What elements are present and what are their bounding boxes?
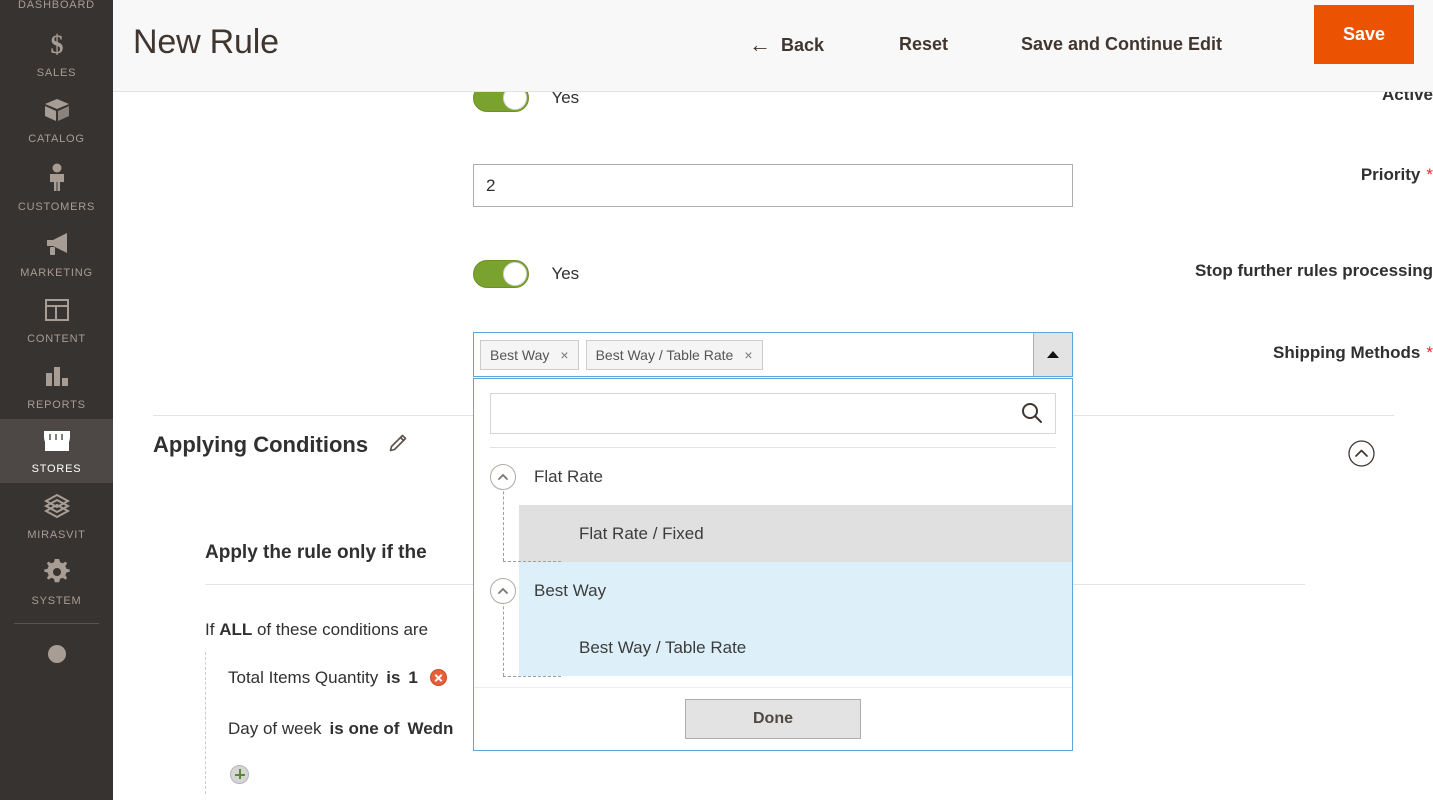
active-toggle-value: Yes	[551, 92, 580, 107]
dropdown-option-flat-rate[interactable]: Flat Rate	[474, 448, 1072, 505]
shipping-methods-label-text: Shipping Methods	[1273, 343, 1421, 362]
back-button-label: Back	[781, 34, 825, 55]
priority-label: Priority *	[1088, 164, 1433, 186]
toggle-knob	[503, 92, 527, 110]
chevron-up-icon[interactable]	[490, 463, 516, 490]
shipping-methods-multiselect: Best Way × Best Way / Table Rate × Flat …	[473, 332, 1073, 751]
condition-add-row	[228, 754, 1305, 794]
sidebar-item-label: REPORTS	[27, 399, 86, 411]
megaphone-icon	[43, 231, 71, 262]
priority-input[interactable]	[473, 164, 1073, 207]
chip-label: Best Way / Table Rate	[595, 346, 734, 363]
sidebar-item-system[interactable]: SYSTEM	[0, 549, 113, 615]
svg-text:$: $	[50, 30, 63, 57]
stop-further-toggle[interactable]	[473, 260, 529, 288]
sidebar-item-label: CUSTOMERS	[17, 201, 96, 213]
box-icon	[43, 97, 71, 128]
multiselect-box[interactable]: Best Way × Best Way / Table Rate ×	[473, 332, 1073, 377]
dropdown-option-flat-rate-fixed[interactable]: Flat Rate / Fixed	[474, 505, 1072, 562]
dropdown-option-best-way-table-rate[interactable]: Best Way / Table Rate	[474, 619, 1072, 676]
field-row-shipping-methods: Shipping Methods * Best Way × Best Way / …	[113, 332, 1433, 752]
priority-required-marker: *	[1426, 165, 1433, 184]
reset-button-label: Reset	[899, 34, 949, 54]
chip-remove-icon[interactable]: ×	[560, 348, 568, 362]
sidebar-item-reports[interactable]: REPORTS	[0, 353, 113, 419]
person-icon	[46, 163, 68, 196]
sidebar-item-label: CONTENT	[27, 333, 86, 345]
field-row-active: Active Yes	[113, 92, 1433, 124]
sidebar-item-partial[interactable]	[0, 632, 113, 685]
tree-line	[503, 676, 561, 677]
toggle-knob	[503, 262, 527, 286]
sidebar-item-label: CATALOG	[28, 133, 85, 145]
sidebar-item-catalog[interactable]: CATALOG	[0, 87, 113, 153]
page-header: New Rule ← Back Reset Save and Continue …	[113, 0, 1433, 92]
sidebar-item-customers[interactable]: CUSTOMERS	[0, 153, 113, 221]
active-label: Active	[1381, 92, 1433, 104]
bar-chart-icon	[44, 363, 70, 394]
sidebar-item-label: MARKETING	[20, 267, 93, 279]
dropdown-search-input[interactable]	[490, 393, 1056, 434]
multiselect-dropdown-panel: Flat Rate Flat Rate / Fixed Best Way Bes…	[473, 378, 1073, 751]
storefront-icon	[42, 429, 72, 458]
selected-chip: Best Way / Table Rate ×	[585, 339, 763, 370]
tree-line	[503, 561, 561, 562]
sidebar-item-mirasvit[interactable]: MIRASVIT	[0, 483, 113, 549]
active-toggle[interactable]	[473, 92, 529, 112]
sidebar: DASHBOARD $ SALES CATALOG CUSTOMERS MARK…	[0, 0, 113, 800]
priority-label-text: Priority	[1360, 165, 1421, 184]
layout-icon	[44, 297, 70, 328]
dropdown-option-label: Flat Rate	[534, 466, 603, 486]
save-and-continue-button[interactable]: Save and Continue Edit	[1021, 34, 1222, 55]
sidebar-item-sales[interactable]: $ SALES	[0, 19, 113, 87]
done-button[interactable]: Done	[685, 699, 861, 739]
back-button[interactable]: ← Back	[749, 34, 824, 56]
multiselect-toggle-button[interactable]	[1033, 333, 1072, 376]
shipping-methods-label: Shipping Methods *	[1088, 342, 1433, 364]
field-row-priority: Priority *	[113, 164, 1433, 207]
dropdown-option-label: Best Way / Table Rate	[579, 637, 747, 657]
sidebar-item-label: MIRASVIT	[27, 529, 86, 541]
sidebar-item-stores[interactable]: STORES	[0, 419, 113, 483]
caret-up-icon	[1047, 351, 1059, 358]
dropdown-footer: Done	[474, 687, 1072, 750]
dropdown-option-label: Flat Rate / Fixed	[579, 523, 704, 543]
chip-label: Best Way	[490, 346, 550, 363]
stop-further-toggle-value: Yes	[551, 264, 580, 283]
page-title: New Rule	[133, 23, 279, 61]
sidebar-item-content[interactable]: CONTENT	[0, 287, 113, 353]
main-content: Active Yes Priority * Stop further rules …	[113, 92, 1433, 800]
sidebar-item-label: SALES	[36, 67, 77, 79]
tree-line	[503, 591, 504, 676]
add-icon[interactable]	[230, 764, 249, 784]
sidebar-item-marketing[interactable]: MARKETING	[0, 221, 113, 287]
sidebar-item-label: SYSTEM	[31, 595, 82, 607]
selected-chip: Best Way ×	[480, 339, 579, 370]
field-row-stop-further: Stop further rules processing Yes	[113, 260, 1433, 300]
stop-further-label: Stop further rules processing	[1194, 261, 1433, 280]
shipping-methods-required-marker: *	[1426, 343, 1433, 362]
sidebar-item-label: DASHBOARD	[18, 0, 95, 11]
gear-icon	[43, 559, 70, 590]
sidebar-item-dashboard[interactable]: DASHBOARD	[0, 0, 113, 19]
dropdown-option-list: Flat Rate Flat Rate / Fixed Best Way Bes…	[474, 448, 1072, 677]
circle-icon	[45, 642, 69, 671]
sidebar-item-label: STORES	[31, 463, 82, 475]
chevron-up-icon[interactable]	[490, 577, 516, 604]
reset-button[interactable]: Reset	[899, 34, 948, 55]
dropdown-option-best-way[interactable]: Best Way	[474, 562, 1072, 619]
sidebar-divider	[14, 623, 99, 624]
dollar-icon: $	[45, 29, 69, 62]
save-and-continue-label: Save and Continue Edit	[1021, 34, 1223, 54]
dropdown-option-label: Best Way	[534, 580, 607, 600]
back-arrow-icon: ←	[749, 32, 771, 57]
chip-remove-icon[interactable]: ×	[744, 348, 752, 362]
mirasvit-icon	[43, 493, 71, 524]
save-button[interactable]: Save	[1314, 5, 1414, 64]
